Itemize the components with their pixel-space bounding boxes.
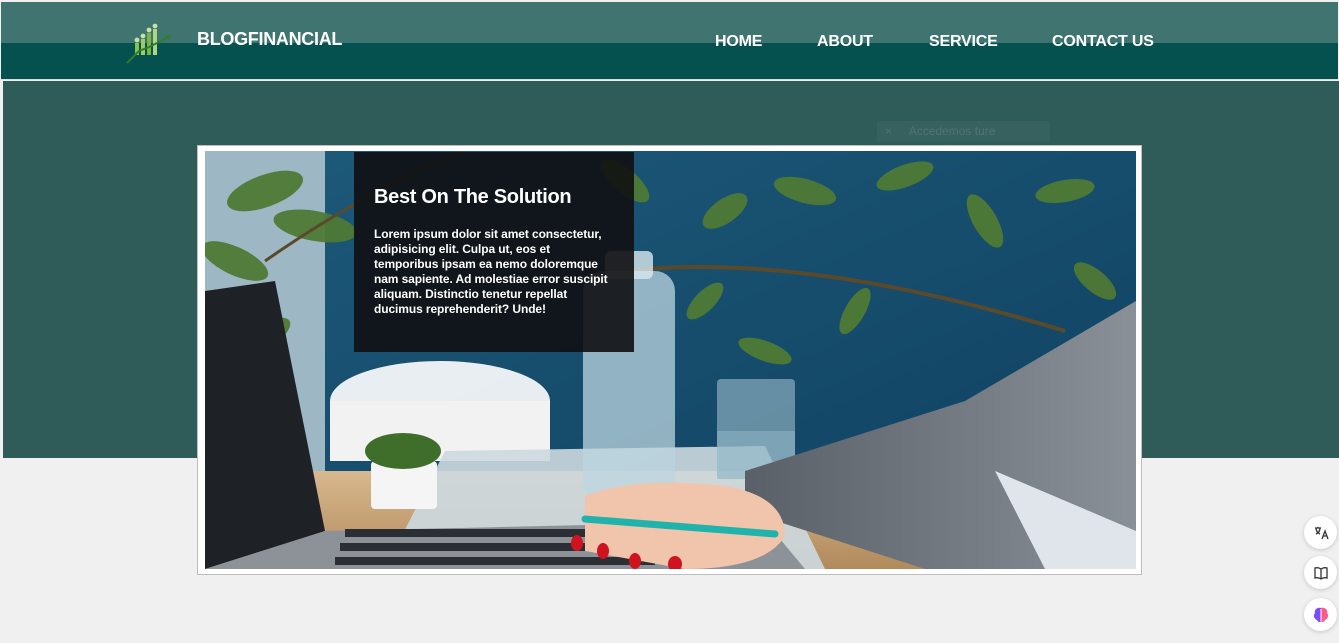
ai-assistant-button[interactable] — [1304, 598, 1337, 631]
hero-body: Lorem ipsum dolor sit amet consectetur, … — [374, 227, 608, 316]
faded-popup-label: Accedemos ture — [908, 124, 996, 138]
translate-icon — [1314, 526, 1329, 539]
hero-card: Best On The Solution Lorem ipsum dolor s… — [197, 145, 1142, 575]
hero-title: Best On The Solution — [374, 186, 572, 208]
close-icon: × — [885, 124, 893, 138]
hero-photo — [205, 151, 1136, 569]
site-header: BLOGFINANCIAL HOME ABOUT SERVICE CONTACT… — [1, 2, 1338, 80]
growth-chart-logo-icon[interactable] — [125, 21, 175, 65]
reader-button[interactable] — [1304, 556, 1337, 589]
nav-contact-us[interactable]: CONTACT US — [1052, 33, 1154, 51]
brand-name[interactable]: BLOGFINANCIAL — [197, 29, 342, 50]
translate-button[interactable] — [1304, 516, 1337, 549]
brain-icon — [1313, 607, 1328, 622]
nav-home[interactable]: HOME — [715, 33, 762, 51]
book-icon — [1313, 566, 1328, 580]
faded-popup-chip: × Accedemos ture — [877, 121, 1050, 142]
nav-service[interactable]: SERVICE — [929, 33, 998, 51]
hero-text-panel: Best On The Solution Lorem ipsum dolor s… — [354, 152, 634, 352]
nav-about[interactable]: ABOUT — [817, 33, 873, 51]
